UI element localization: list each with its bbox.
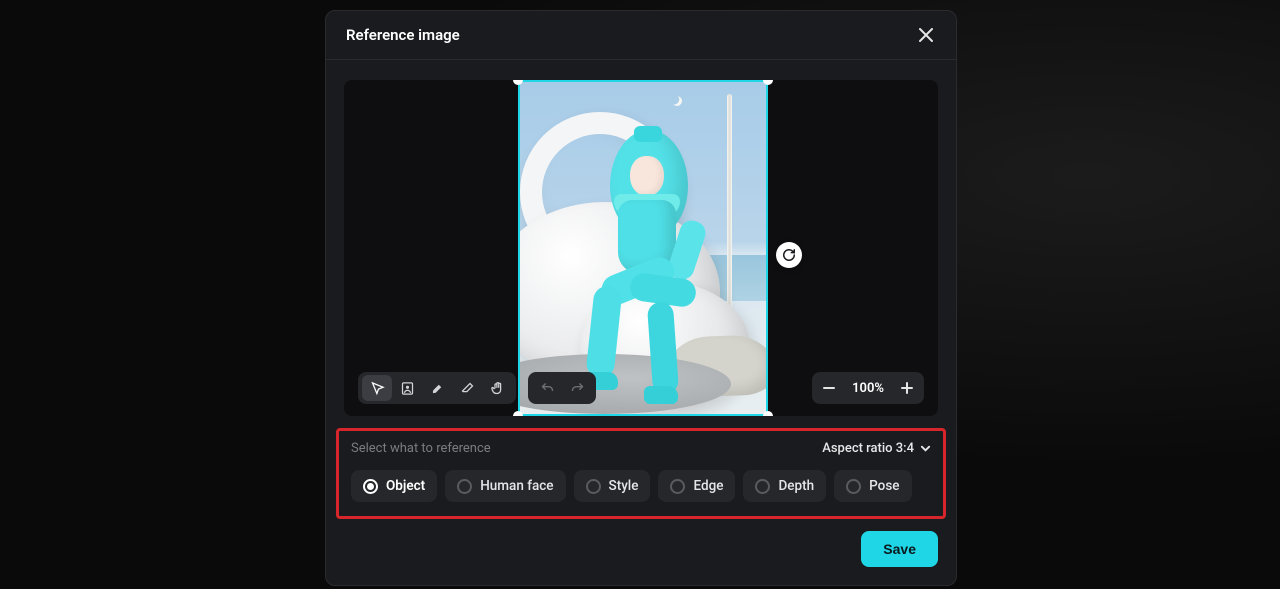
plus-icon — [901, 382, 913, 394]
close-button[interactable] — [916, 25, 936, 45]
undo-button[interactable] — [532, 375, 562, 401]
tool-pan-hand[interactable] — [482, 375, 512, 401]
redo-icon — [570, 381, 585, 396]
reference-selection-section: Select what to reference Aspect ratio 3:… — [336, 428, 946, 519]
radio-label: Object — [386, 478, 425, 494]
tool-eraser[interactable] — [452, 375, 482, 401]
history-toolbar — [528, 372, 596, 404]
radio-label: Pose — [869, 478, 899, 494]
refresh-button[interactable] — [776, 242, 802, 268]
radio-circle-icon — [457, 479, 472, 494]
save-button[interactable]: Save — [861, 531, 938, 567]
reference-instruction: Select what to reference — [351, 441, 491, 456]
radio-circle-icon — [586, 479, 601, 494]
radio-label: Style — [609, 478, 639, 494]
modal-header: Reference image — [326, 11, 956, 60]
close-icon — [919, 28, 933, 42]
undo-icon — [540, 381, 555, 396]
refresh-icon — [782, 248, 796, 262]
radio-depth[interactable]: Depth — [743, 470, 826, 502]
modal-title: Reference image — [346, 26, 460, 44]
edit-tools-toolbar — [358, 372, 516, 404]
tool-brush[interactable] — [422, 375, 452, 401]
reference-header: Select what to reference Aspect ratio 3:… — [351, 441, 931, 456]
tool-cursor[interactable] — [362, 375, 392, 401]
radio-circle-icon — [846, 479, 861, 494]
radio-circle-icon — [755, 479, 770, 494]
radio-label: Depth — [778, 478, 814, 494]
hand-icon — [490, 381, 505, 396]
image-crop-frame[interactable] — [518, 80, 768, 416]
radio-label: Human face — [480, 478, 553, 494]
aspect-ratio-label: Aspect ratio 3:4 — [822, 441, 914, 456]
minus-icon — [823, 382, 835, 394]
radio-edge[interactable]: Edge — [658, 470, 735, 502]
chevron-down-icon — [920, 443, 931, 454]
reference-type-radios: Object Human face Style Edge Depth Pose — [351, 470, 931, 502]
cursor-icon — [370, 381, 385, 396]
radio-human-face[interactable]: Human face — [445, 470, 565, 502]
zoom-in-button[interactable] — [896, 377, 918, 399]
radio-pose[interactable]: Pose — [834, 470, 911, 502]
radio-circle-icon — [670, 479, 685, 494]
radio-circle-icon — [363, 479, 378, 494]
tool-portrait-select[interactable] — [392, 375, 422, 401]
zoom-out-button[interactable] — [818, 377, 840, 399]
eraser-icon — [460, 381, 475, 396]
zoom-controls: 100% — [812, 372, 924, 404]
radio-object[interactable]: Object — [351, 470, 437, 502]
brush-icon — [430, 381, 445, 396]
reference-image-modal: Reference image — [325, 10, 957, 586]
portrait-icon — [400, 381, 415, 396]
modal-footer: Save — [326, 531, 956, 585]
reference-image-preview — [520, 82, 766, 414]
radio-label: Edge — [693, 478, 723, 494]
zoom-level-label: 100% — [846, 381, 890, 396]
image-canvas-area[interactable]: 100% — [344, 80, 938, 416]
aspect-ratio-select[interactable]: Aspect ratio 3:4 — [822, 441, 931, 456]
redo-button[interactable] — [562, 375, 592, 401]
radio-style[interactable]: Style — [574, 470, 651, 502]
